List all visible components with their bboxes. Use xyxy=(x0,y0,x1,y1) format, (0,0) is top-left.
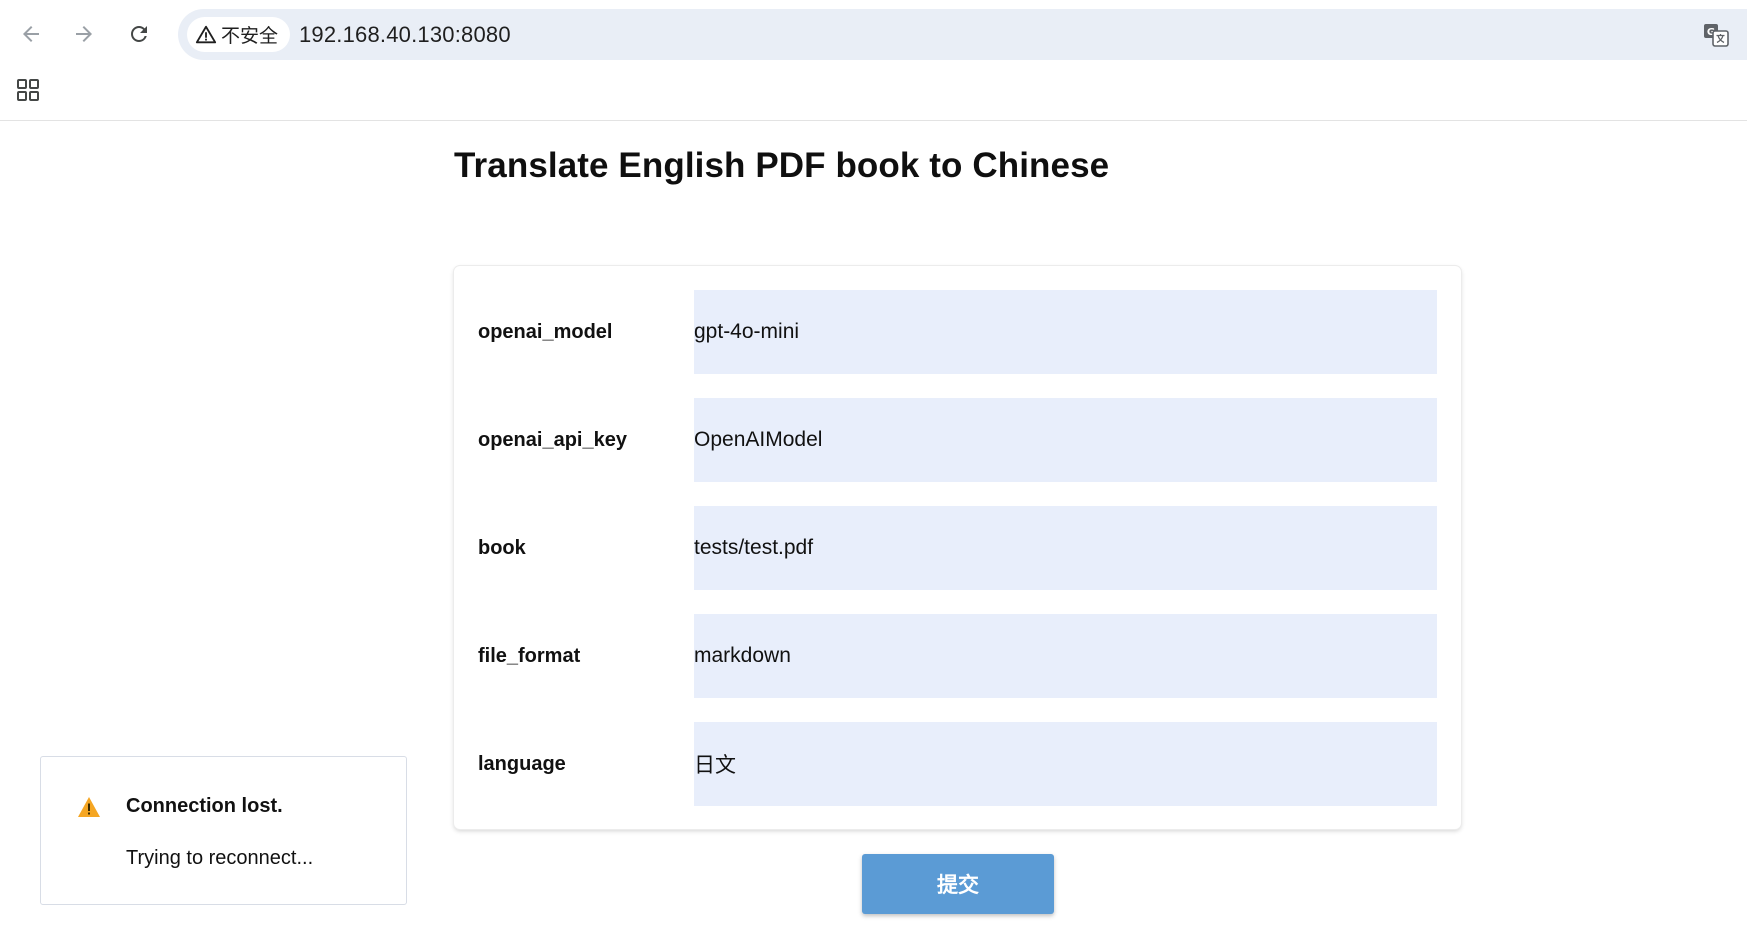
warning-triangle-icon xyxy=(195,25,217,43)
toast-title: Connection lost. xyxy=(126,795,283,817)
forward-arrow-icon xyxy=(76,26,92,42)
browser-toolbar: 不安全 192.168.40.130:8080 G xyxy=(0,0,1747,121)
warning-icon xyxy=(78,797,100,817)
form-row-openai-api-key: openai_api_key xyxy=(454,398,1461,482)
toast-message: Trying to reconnect... xyxy=(126,847,314,869)
back-arrow-icon xyxy=(23,26,39,42)
address-bar[interactable]: 不安全 192.168.40.130:8080 G xyxy=(178,9,1747,60)
openai-model-input[interactable] xyxy=(694,290,1437,374)
openai-api-key-input[interactable] xyxy=(694,398,1437,482)
language-input[interactable] xyxy=(694,722,1437,806)
translation-form: openai_model openai_api_key book file_fo… xyxy=(454,266,1461,829)
reload-icon xyxy=(131,26,147,42)
book-label: book xyxy=(478,537,526,559)
submit-button[interactable]: 提交 xyxy=(862,854,1054,914)
reload-button[interactable] xyxy=(119,14,159,54)
openai-api-key-label: openai_api_key xyxy=(478,429,627,451)
file-format-label: file_format xyxy=(478,645,581,667)
language-label: language xyxy=(478,753,566,775)
forward-button[interactable] xyxy=(64,14,104,54)
form-row-openai-model: openai_model xyxy=(454,290,1461,374)
form-row-language: language xyxy=(454,722,1461,806)
form-row-book: book xyxy=(454,506,1461,590)
back-button[interactable] xyxy=(11,14,51,54)
translate-icon[interactable]: G xyxy=(1702,21,1730,49)
form-row-file-format: file_format xyxy=(454,614,1461,698)
apps-grid-icon[interactable] xyxy=(16,78,40,102)
security-label: 不安全 xyxy=(221,26,279,47)
file-format-input[interactable] xyxy=(694,614,1437,698)
connection-toast: Connection lost. Trying to reconnect... xyxy=(40,756,407,905)
url-text[interactable]: 192.168.40.130:8080 xyxy=(299,9,511,60)
openai-model-label: openai_model xyxy=(478,321,613,343)
book-input[interactable] xyxy=(694,506,1437,590)
page-title: Translate English PDF book to Chinese xyxy=(454,146,1110,185)
security-indicator[interactable]: 不安全 xyxy=(187,17,291,52)
